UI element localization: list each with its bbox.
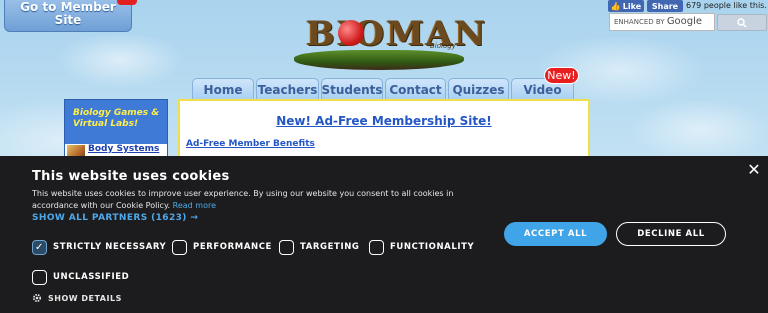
thumbs-up-icon: 👍 xyxy=(610,1,621,11)
tab-label: Contact xyxy=(389,82,442,97)
search-button[interactable] xyxy=(717,14,767,31)
search-icon xyxy=(737,17,747,28)
bioman-logo[interactable]: BIOMAN Biology xyxy=(292,8,485,72)
google-brand: Google xyxy=(666,16,703,27)
cookie-title: This website uses cookies xyxy=(32,169,230,184)
strictly-necessary-option[interactable]: ✓ STRICTLY NECESSARY xyxy=(32,238,166,256)
option-label: UNCLASSIFIED xyxy=(53,272,130,282)
checkbox[interactable] xyxy=(172,239,187,255)
cookie-consent-banner: This website uses cookies ✕ This website… xyxy=(0,156,768,313)
accept-all-button[interactable]: ACCEPT ALL xyxy=(504,222,607,246)
share-label: Share xyxy=(651,1,679,11)
cookie-description-text: This website uses cookies to improve use… xyxy=(32,189,454,210)
logo-text: BIOMAN xyxy=(306,14,488,54)
checkbox[interactable] xyxy=(32,269,47,285)
show-details-label: SHOW DETAILS xyxy=(48,293,122,303)
go-to-member-site-button[interactable]: Go to Member Site xyxy=(4,0,137,32)
option-label: PERFORMANCE xyxy=(193,242,272,252)
option-label: STRICTLY NECESSARY xyxy=(53,242,167,252)
facebook-share-button[interactable]: Share xyxy=(647,0,683,12)
checkbox[interactable] xyxy=(279,239,294,255)
notification-dot xyxy=(117,0,137,5)
option-label: TARGETING xyxy=(300,242,360,252)
logo-red-ball xyxy=(338,20,364,46)
main-content: New! Ad-Free Membership Site! Ad-Free Me… xyxy=(178,99,590,159)
tab-label: Quizzes xyxy=(452,82,505,97)
sidebar-item-label: Body Systems xyxy=(88,144,160,154)
cookie-description: This website uses cookies to improve use… xyxy=(32,188,472,212)
tab-label: Teachers xyxy=(257,82,318,97)
read-more-link[interactable]: Read more xyxy=(173,201,216,210)
logo-subtitle: Biology xyxy=(430,42,456,50)
member-benefits-link[interactable]: Ad-Free Member Benefits xyxy=(186,139,315,149)
close-icon[interactable]: ✕ xyxy=(746,162,762,178)
enhanced-by-label: ENHANCED BY xyxy=(614,18,665,26)
gear-icon xyxy=(32,293,42,303)
tab-quizzes[interactable]: Quizzes xyxy=(448,78,509,100)
main-nav: Home Teachers Students Contact Quizzes V… xyxy=(192,78,576,100)
facebook-like-button[interactable]: 👍 Like xyxy=(608,0,644,12)
decline-all-button[interactable]: DECLINE ALL xyxy=(616,222,726,246)
like-label: Like xyxy=(622,1,642,11)
membership-promo-link[interactable]: New! Ad-Free Membership Site! xyxy=(180,114,588,128)
tab-students[interactable]: Students xyxy=(321,78,383,100)
tab-label: Home xyxy=(203,82,243,97)
sidebar-title: Biology Games & Virtual Labs! xyxy=(73,108,160,129)
performance-option[interactable]: PERFORMANCE xyxy=(172,238,272,256)
option-label: FUNCTIONALITY xyxy=(390,242,475,252)
tab-label: Video xyxy=(523,82,562,97)
member-button-label: Go to Member Site xyxy=(20,0,116,27)
unclassified-option[interactable]: UNCLASSIFIED xyxy=(32,268,129,286)
functionality-option[interactable]: FUNCTIONALITY xyxy=(369,238,474,256)
facebook-like-count: 679 people like this. Sign xyxy=(686,1,768,10)
checkbox-checked[interactable]: ✓ xyxy=(32,239,47,255)
tab-home[interactable]: Home xyxy=(192,78,254,100)
show-all-partners-link[interactable]: SHOW ALL PARTNERS (1623) → xyxy=(32,213,198,223)
sidebar-games-box: Biology Games & Virtual Labs! Body Syste… xyxy=(64,99,168,160)
targeting-option[interactable]: TARGETING xyxy=(279,238,360,256)
search-input[interactable]: ENHANCED BY Google xyxy=(609,13,715,31)
tab-teachers[interactable]: Teachers xyxy=(256,78,319,100)
checkbox[interactable] xyxy=(369,239,384,255)
tab-label: Students xyxy=(321,82,383,97)
show-details-toggle[interactable]: SHOW DETAILS xyxy=(32,293,122,303)
new-badge: New! xyxy=(545,68,578,83)
tab-contact[interactable]: Contact xyxy=(385,78,446,100)
